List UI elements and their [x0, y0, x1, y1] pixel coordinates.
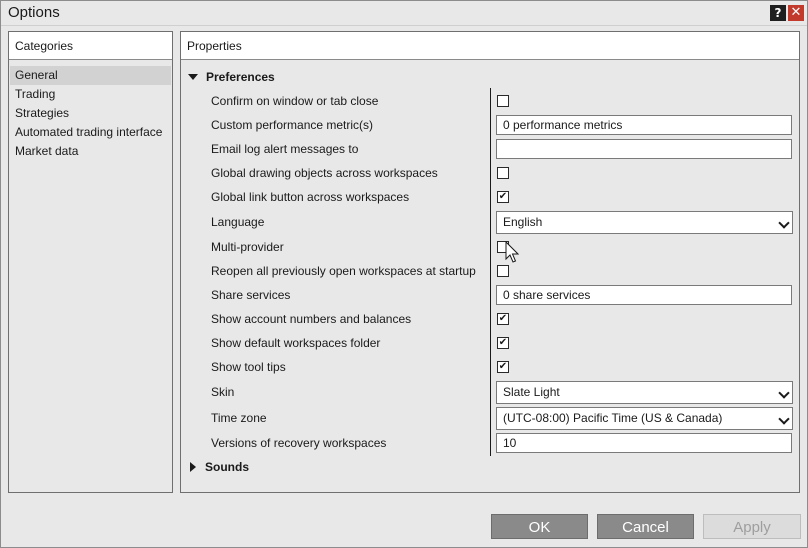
category-general[interactable]: General [10, 66, 171, 85]
expand-arrow-icon [188, 73, 198, 80]
checkbox-global-drawing-objects[interactable] [497, 167, 509, 179]
select-time-zone[interactable]: (UTC-08:00) Pacific Time (US & Canada) [496, 407, 793, 430]
collapse-arrow-icon [190, 461, 196, 472]
field-email-log-alert[interactable] [496, 139, 792, 159]
label-custom-performance-metrics: Custom performance metric(s) [211, 118, 374, 132]
label-reopen-workspaces: Reopen all previously open workspaces at… [211, 264, 476, 278]
chevron-down-icon [778, 387, 790, 399]
field-share-services[interactable]: 0 share services [496, 285, 792, 305]
category-automated-trading-interface[interactable]: Automated trading interface [10, 123, 171, 142]
select-time-zone-value: (UTC-08:00) Pacific Time (US & Canada) [503, 411, 723, 425]
category-market-data[interactable]: Market data [10, 142, 171, 161]
help-button[interactable]: ? [770, 5, 786, 21]
properties-panel: Properties Preferences Confirm on window… [180, 31, 800, 493]
checkbox-reopen-workspaces[interactable] [497, 265, 509, 277]
label-global-link-button: Global link button across workspaces [211, 190, 410, 204]
column-divider[interactable] [490, 88, 491, 456]
select-skin[interactable]: Slate Light [496, 381, 793, 404]
category-trading[interactable]: Trading [10, 85, 171, 104]
label-show-tool-tips: Show tool tips [211, 360, 286, 374]
checkbox-show-account-numbers[interactable]: ✔ [497, 313, 509, 325]
section-sounds-label: Sounds [205, 460, 249, 474]
cancel-button[interactable]: Cancel [597, 514, 694, 539]
field-custom-performance-metrics[interactable]: 0 performance metrics [496, 115, 792, 135]
ok-button[interactable]: OK [491, 514, 588, 539]
categories-header: Categories [9, 32, 172, 60]
label-multi-provider: Multi-provider [211, 240, 284, 254]
select-skin-value: Slate Light [503, 385, 560, 399]
properties-header: Properties [181, 32, 799, 60]
window-title: Options [8, 4, 60, 21]
label-show-account-numbers: Show account numbers and balances [211, 312, 412, 326]
section-sounds[interactable]: Sounds [188, 458, 249, 476]
close-button[interactable]: ✕ [788, 5, 804, 21]
field-versions-recovery-workspaces[interactable]: 10 [496, 433, 792, 453]
apply-button[interactable]: Apply [703, 514, 801, 539]
title-bar: Options ? ✕ [1, 1, 807, 26]
label-language: Language [211, 215, 265, 229]
label-versions-recovery-workspaces: Versions of recovery workspaces [211, 436, 387, 450]
chevron-down-icon [778, 217, 790, 229]
checkbox-confirm-close[interactable] [497, 95, 509, 107]
chevron-down-icon [778, 413, 790, 425]
checkbox-show-tool-tips[interactable]: ✔ [497, 361, 509, 373]
section-preferences[interactable]: Preferences [188, 68, 275, 86]
label-confirm-close: Confirm on window or tab close [211, 94, 379, 108]
select-language[interactable]: English [496, 211, 793, 234]
label-skin: Skin [211, 385, 235, 399]
label-share-services: Share services [211, 288, 291, 302]
checkbox-global-link-button[interactable]: ✔ [497, 191, 509, 203]
label-global-drawing-objects: Global drawing objects across workspaces [211, 166, 438, 180]
label-show-default-workspaces-folder: Show default workspaces folder [211, 336, 381, 350]
categories-header-label: Categories [15, 39, 74, 53]
categories-panel: Categories General Trading Strategies Au… [8, 31, 173, 493]
label-time-zone: Time zone [211, 411, 267, 425]
properties-header-label: Properties [187, 39, 242, 53]
label-email-log-alert: Email log alert messages to [211, 142, 359, 156]
section-preferences-label: Preferences [206, 70, 275, 84]
mouse-cursor-icon [505, 241, 519, 263]
category-strategies[interactable]: Strategies [10, 104, 171, 123]
checkbox-show-default-workspaces-folder[interactable]: ✔ [497, 337, 509, 349]
select-language-value: English [503, 215, 543, 229]
